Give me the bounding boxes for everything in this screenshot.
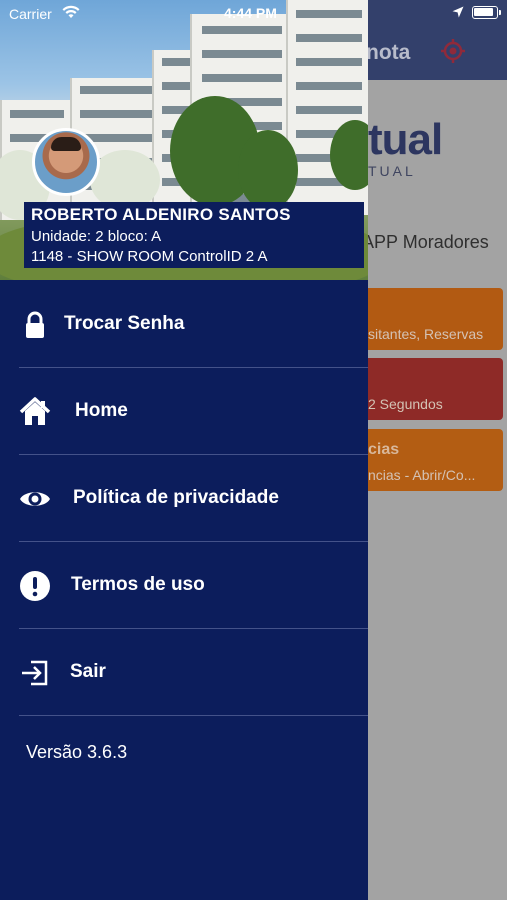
menu-item-terms-of-use[interactable]: Termos de uso [0, 542, 368, 629]
main-header-title: nota [366, 41, 411, 64]
user-condominium: 1148 - SHOW ROOM ControlID 2 A [31, 248, 268, 265]
user-unit: Unidade: 2 bloco: A [31, 228, 162, 245]
logout-icon [22, 660, 48, 686]
menu-item-privacy-policy[interactable]: Política de privacidade [0, 455, 368, 542]
user-info-box: ROBERTO ALDENIRO SANTOS Unidade: 2 bloco… [24, 202, 364, 268]
menu-label: Home [75, 400, 128, 421]
alert-circle-icon [20, 571, 50, 601]
card-text: ncias - Abrir/Co... [368, 467, 476, 483]
card-text: 2 Segundos [368, 396, 443, 412]
location-arrow-icon [452, 6, 464, 18]
avatar-hair [51, 137, 81, 151]
feature-card-gates[interactable]: cias ncias - Abrir/Co... [362, 429, 503, 491]
menu-item-change-password[interactable]: Trocar Senha [0, 281, 368, 368]
app-version: Versão 3.6.3 [26, 742, 128, 762]
menu-item-logout[interactable]: Sair [0, 629, 368, 716]
card-text: sitantes, Reservas [368, 326, 484, 342]
battery-icon [472, 6, 501, 19]
carrier-label: Carrier [9, 6, 52, 22]
status-bar: Carrier 4:44 PM [0, 0, 507, 28]
avatar[interactable] [32, 128, 100, 196]
feature-card-panic[interactable]: 2 Segundos [362, 358, 503, 420]
card-title: cias [368, 441, 400, 458]
menu-label: Política de privacidade [73, 487, 279, 508]
user-name: ROBERTO ALDENIRO SANTOS [31, 205, 291, 224]
menu-label: Termos de uso [71, 574, 205, 595]
menu-divider [19, 715, 368, 716]
lock-icon [26, 311, 44, 338]
menu-label: Trocar Senha [64, 313, 185, 334]
home-icon [19, 397, 51, 425]
feature-card-visitors[interactable]: sitantes, Reservas [362, 288, 503, 350]
logo-subtext: TUAL [368, 163, 416, 179]
menu-item-home[interactable]: Home [0, 368, 368, 455]
app-subtitle: APP Moradores [362, 232, 489, 252]
eye-icon [20, 492, 50, 506]
status-time: 4:44 PM [224, 5, 277, 21]
target-icon[interactable] [440, 38, 466, 64]
menu-label: Sair [70, 661, 106, 682]
drawer-header-image: ROBERTO ALDENIRO SANTOS Unidade: 2 bloco… [0, 0, 368, 280]
logo-text: tual [368, 115, 443, 164]
wifi-icon [62, 5, 80, 18]
side-drawer: ROBERTO ALDENIRO SANTOS Unidade: 2 bloco… [0, 0, 368, 900]
